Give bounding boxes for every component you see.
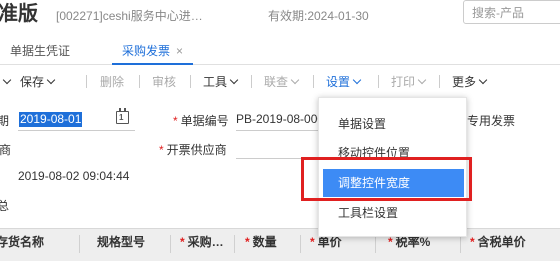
column-quantity[interactable]: * 数量 xyxy=(245,229,277,259)
required-star: * xyxy=(245,235,250,249)
toolbar-divider xyxy=(139,75,140,88)
summary-label: 总 xyxy=(0,199,10,213)
toolbar-divider xyxy=(378,75,379,88)
required-star: * xyxy=(388,235,393,249)
required-star: * xyxy=(470,235,475,249)
date-value: 2019-08-01 xyxy=(19,112,83,127)
required-star: * xyxy=(180,235,185,249)
menu-item-document-settings[interactable]: 单据设置 xyxy=(319,110,468,138)
column-label: 含税单价 xyxy=(477,235,526,249)
column-tax-incl-price[interactable]: * 含税单价 xyxy=(470,229,526,259)
column-label: 单价 xyxy=(317,235,342,249)
supplier-field[interactable] xyxy=(236,138,318,159)
toolbar-label: 删除 xyxy=(100,75,125,89)
toolbar-label: 设置 xyxy=(326,75,351,89)
tab-bar: 单据生凭证 采购发票 × xyxy=(0,38,560,65)
tab-purchase-invoice[interactable]: 采购发票 × xyxy=(112,38,194,65)
settings-dropdown-menu: 单据设置 移动控件位置 调整控件宽度 工具栏设置 xyxy=(318,97,467,237)
toolbar-label: 打印 xyxy=(391,75,416,89)
toolbar-divider xyxy=(313,75,314,88)
toolbar-save-button[interactable]: 保存 xyxy=(20,73,56,90)
column-divider xyxy=(460,235,461,253)
validity-date: 有效期:2024-01-30 xyxy=(268,9,369,23)
chevron-down-icon xyxy=(2,75,12,85)
column-divider xyxy=(79,235,80,253)
toolbar-delete-button[interactable]: 删除 xyxy=(100,73,124,90)
toolbar-divider xyxy=(251,75,252,88)
column-divider xyxy=(300,235,301,253)
account-info[interactable]: [002271]ceshi服务中心进… xyxy=(56,7,203,24)
menu-item-adjust-width[interactable]: 调整控件宽度 xyxy=(323,169,464,197)
chevron-down-icon xyxy=(46,75,56,85)
docno-label-text: 单据编号 xyxy=(180,114,229,128)
chevron-down-icon xyxy=(290,75,300,85)
toolbar-label: 联查 xyxy=(264,75,289,89)
date-label: 期 xyxy=(0,114,10,128)
toolbar-more-button[interactable]: 更多 xyxy=(452,73,488,90)
toolbar-settings-button[interactable]: 设置 xyxy=(326,73,362,90)
column-label: 数量 xyxy=(252,235,277,249)
toolbar-audit-button[interactable]: 审核 xyxy=(152,73,176,90)
required-star: * xyxy=(173,114,178,128)
invoice-type-value[interactable]: 专用发票 xyxy=(467,112,515,129)
toolbar-label: 更多 xyxy=(452,75,477,89)
tab-label: 采购发票 xyxy=(122,44,171,58)
close-icon[interactable]: × xyxy=(176,44,183,58)
required-star: * xyxy=(159,143,164,157)
calendar-day: 1 xyxy=(119,113,124,122)
toolbar-print-button[interactable]: 打印 xyxy=(391,73,427,90)
column-item-name[interactable]: 存货名称 xyxy=(0,229,44,259)
column-divider xyxy=(234,235,235,253)
column-spec[interactable]: 规格型号 xyxy=(97,229,145,259)
column-label: 税率% xyxy=(395,235,431,249)
supplier-label-text: 开票供应商 xyxy=(166,143,227,157)
toolbar-label: 审核 xyxy=(152,75,177,89)
search-input[interactable]: 搜索-产品 xyxy=(463,0,560,24)
column-divider xyxy=(170,235,171,253)
chevron-down-icon xyxy=(417,75,427,85)
column-purchase[interactable]: * 采购… xyxy=(180,229,224,259)
supplier-label: * 开票供应商 xyxy=(159,141,227,158)
toolbar-label: 保存 xyxy=(20,75,45,89)
docno-label: * 单据编号 xyxy=(173,112,229,129)
chevron-down-icon xyxy=(478,75,488,85)
toolbar-query-button[interactable]: 联查 xyxy=(264,73,300,90)
toolbar: 存 保存 删除 审核 工具 联查 设置 打印 更多 xyxy=(0,66,560,96)
menu-item-toolbar-settings[interactable]: 工具栏设置 xyxy=(319,199,468,227)
row2-label: 商 xyxy=(0,143,12,157)
column-label: 采购… xyxy=(187,235,224,249)
toolbar-divider xyxy=(190,75,191,88)
toolbar-save-new-button[interactable]: 存 xyxy=(0,73,12,90)
required-star: * xyxy=(310,235,315,249)
toolbar-divider xyxy=(86,75,87,88)
chevron-down-icon xyxy=(352,75,362,85)
table-header: 存货名称 规格型号 * 采购… * 数量 * 单价 * 税率% * 含税单价 xyxy=(0,228,560,261)
column-divider xyxy=(375,235,376,253)
created-time: 2019-08-02 09:04:44 xyxy=(18,169,130,183)
toolbar-tools-button[interactable]: 工具 xyxy=(203,73,239,90)
menu-item-move-control[interactable]: 移动控件位置 xyxy=(319,139,468,167)
toolbar-divider xyxy=(439,75,440,88)
tab-label: 单据生凭证 xyxy=(10,44,71,58)
chevron-down-icon xyxy=(229,75,239,85)
toolbar-label: 工具 xyxy=(203,75,228,89)
app-title: 准版 xyxy=(0,3,38,25)
tab-voucher-generation[interactable]: 单据生凭证 xyxy=(0,38,80,65)
title-bar: 准版 [002271]ceshi服务中心进… 有效期:2024-01-30 搜索… xyxy=(0,0,560,32)
docno-field[interactable]: PB-2019-08-0001 xyxy=(236,110,318,131)
